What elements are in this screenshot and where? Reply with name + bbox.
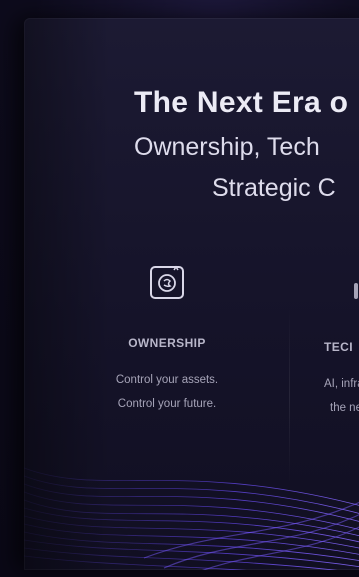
hero-subtitle-line-1: Ownership, Tech bbox=[134, 133, 320, 161]
hero-title: The Next Era o bbox=[134, 86, 349, 119]
feature-technology-desc-line-2: the new bbox=[330, 402, 359, 414]
hero-subtitle-line-2: Strategic C bbox=[212, 174, 336, 202]
technology-icon bbox=[354, 283, 358, 299]
feature-ownership: OWNERSHIP Control your assets. Control y… bbox=[92, 262, 242, 416]
feature-ownership-label: OWNERSHIP bbox=[128, 336, 206, 350]
feature-technology-label: TECI bbox=[324, 340, 353, 354]
display-panel: The Next Era o Ownership, Tech Strategic… bbox=[24, 18, 359, 570]
feature-technology-desc-line-1: AI, infra bbox=[324, 378, 359, 390]
ownership-coin-icon bbox=[147, 262, 187, 302]
feature-ownership-desc-line-2: Control your future. bbox=[117, 398, 217, 410]
decorative-wave-pattern bbox=[24, 467, 359, 570]
feature-ownership-description: Control your assets. Control your future… bbox=[92, 368, 242, 416]
feature-technology-description: AI, infra the new m bbox=[324, 372, 359, 444]
feature-ownership-desc-line-1: Control your assets. bbox=[115, 374, 219, 386]
feature-technology: TECI AI, infra the new m bbox=[324, 340, 359, 444]
